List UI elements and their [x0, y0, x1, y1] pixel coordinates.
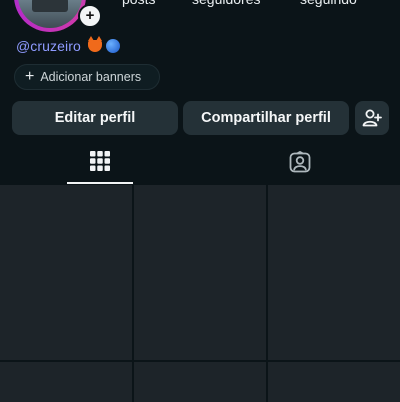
posts-grid	[0, 185, 400, 402]
fox-emoji-icon	[87, 36, 102, 52]
profile-avatar[interactable]: +	[14, 0, 102, 32]
grid-tile[interactable]	[268, 362, 400, 402]
plus-icon: +	[25, 68, 35, 85]
handle-row: @cruzeiro	[16, 36, 120, 56]
tab-tagged[interactable]	[267, 140, 333, 184]
add-banners-button[interactable]: + Adicionar banners	[14, 64, 160, 90]
profile-tabs	[0, 140, 400, 184]
discover-people-button[interactable]	[355, 101, 389, 135]
share-profile-button[interactable]: Compartilhar perfil	[183, 101, 349, 135]
profile-handle[interactable]: @cruzeiro	[16, 38, 81, 54]
add-story-icon[interactable]: +	[78, 4, 102, 28]
tab-posts-grid[interactable]	[67, 140, 133, 184]
stat-posts-label[interactable]: posts	[122, 0, 155, 7]
grid-tile[interactable]	[268, 185, 400, 360]
grid-tile[interactable]	[0, 185, 132, 360]
grid-tile[interactable]	[134, 362, 266, 402]
edit-profile-button[interactable]: Editar perfil	[12, 101, 178, 135]
stat-followers-label[interactable]: seguidores	[192, 0, 261, 7]
add-banners-label: Adicionar banners	[40, 70, 142, 84]
tagged-person-icon	[289, 151, 311, 173]
add-person-icon	[362, 109, 382, 127]
grid-icon	[90, 151, 110, 171]
grid-tile[interactable]	[134, 185, 266, 360]
grid-tile[interactable]	[0, 362, 132, 402]
blue-circle-emoji-icon	[105, 39, 120, 53]
stat-following-label[interactable]: seguindo	[300, 0, 357, 7]
